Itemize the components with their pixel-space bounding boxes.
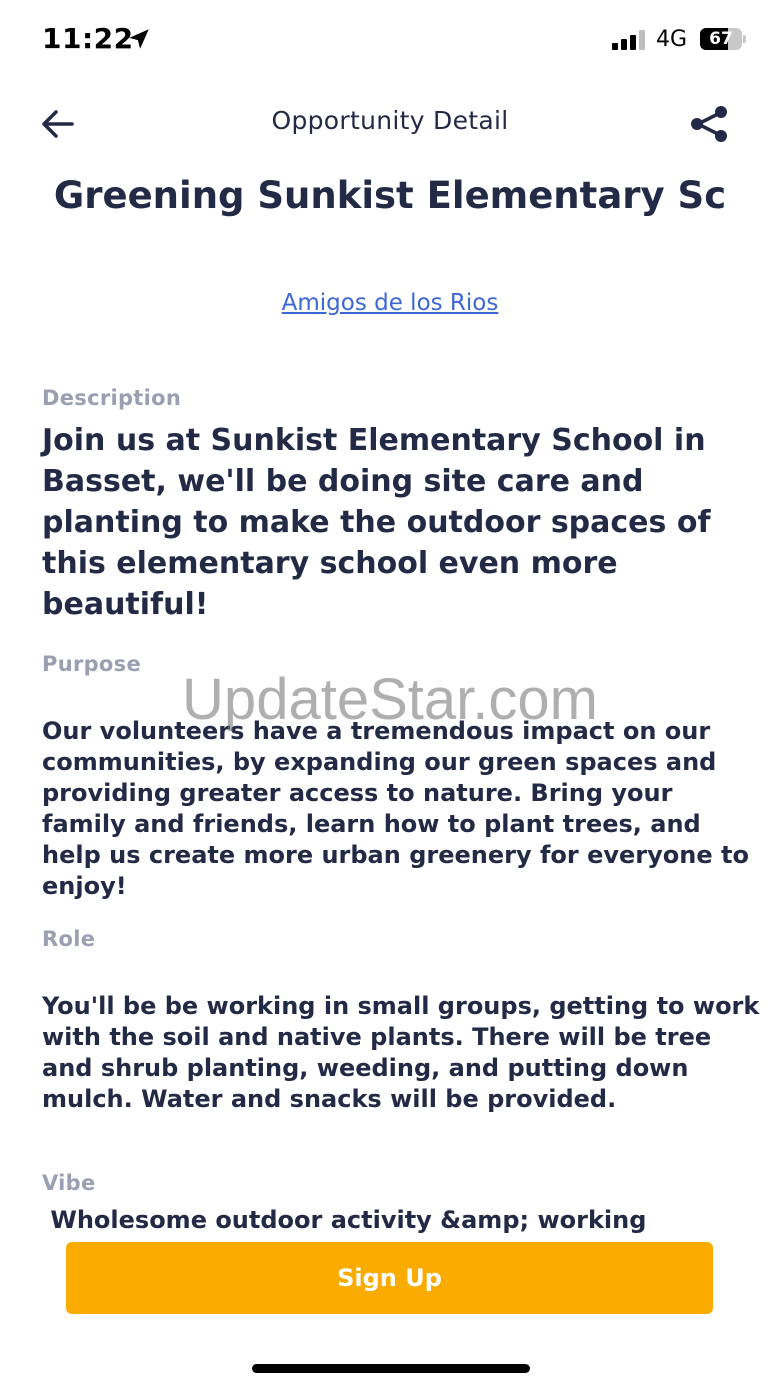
share-icon xyxy=(691,106,727,142)
role-label: Role xyxy=(42,927,96,951)
nav-bar: Opportunity Detail xyxy=(0,96,780,152)
network-type: 4G xyxy=(656,27,688,52)
battery-icon: 67 xyxy=(700,28,746,50)
purpose-text: Our volunteers have a tremendous impact … xyxy=(42,717,749,900)
opportunity-title: Greening Sunkist Elementary Sc xyxy=(53,174,727,217)
description-label: Description xyxy=(42,386,182,410)
location-arrow-icon xyxy=(129,29,149,49)
description-text: Join us at Sunkist Elementary School in … xyxy=(42,423,711,622)
status-bar: 11:22 4G 67 xyxy=(0,0,780,80)
status-time: 11:22 xyxy=(42,22,134,55)
home-indicator[interactable] xyxy=(252,1364,530,1373)
page-title: Opportunity Detail xyxy=(271,106,509,135)
purpose-label: Purpose xyxy=(42,652,141,676)
sign-up-button[interactable]: Sign Up xyxy=(66,1242,713,1314)
share-button[interactable] xyxy=(688,104,730,144)
role-text: You'll be be working in small groups, ge… xyxy=(42,992,760,1113)
vibe-text: Wholesome outdoor activity &amp; working xyxy=(42,1206,647,1234)
battery-level: 67 xyxy=(709,29,733,49)
organization-link[interactable]: Amigos de los Rios xyxy=(0,290,780,316)
cellular-signal-icon xyxy=(612,30,645,50)
vibe-label: Vibe xyxy=(42,1171,96,1195)
